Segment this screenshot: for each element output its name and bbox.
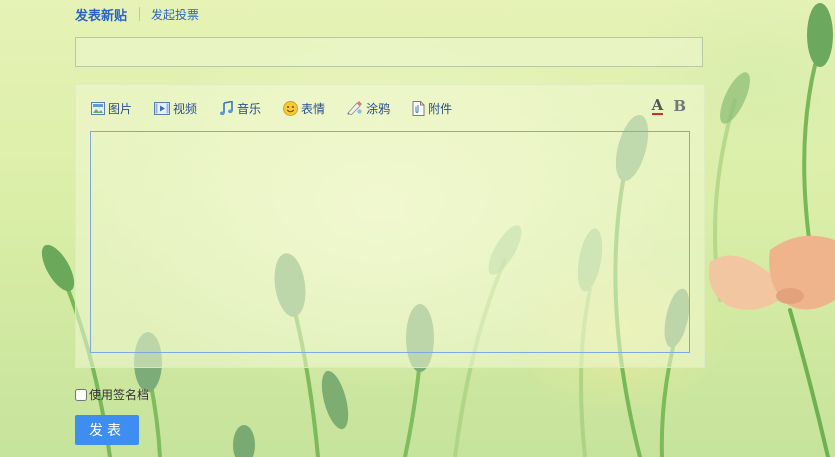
plant-bud	[233, 425, 255, 457]
editor-toolbar: 图片 视频 音乐 表情 涂鸦 附件	[91, 98, 474, 118]
video-icon	[154, 101, 171, 115]
plant-stem	[148, 378, 162, 457]
use-signature-option[interactable]: 使用签名档	[75, 386, 149, 403]
music-icon	[219, 100, 234, 116]
post-title-input[interactable]	[75, 37, 703, 67]
use-signature-label: 使用签名档	[89, 388, 150, 402]
emoji-icon	[283, 100, 299, 116]
plant-bud	[807, 3, 833, 67]
plant-stem	[788, 308, 830, 457]
insert-image-label: 图片	[108, 101, 133, 116]
editor-panel: 图片 视频 音乐 表情 涂鸦 附件 A B	[75, 84, 705, 368]
attachment-icon	[412, 100, 425, 116]
insert-image-button[interactable]: 图片	[91, 100, 132, 117]
image-icon	[91, 101, 105, 115]
tab-start-vote[interactable]: 发起投票	[151, 6, 199, 23]
plant-bud	[321, 370, 349, 430]
bold-button[interactable]: B	[673, 97, 686, 115]
doodle-button[interactable]: 涂鸦	[347, 100, 390, 117]
poppy-flower	[776, 288, 804, 304]
plant-bud	[41, 244, 75, 292]
post-content-editor[interactable]	[90, 131, 690, 353]
insert-emoji-button[interactable]: 表情	[283, 100, 325, 117]
post-type-tabs: 发表新贴 发起投票	[75, 4, 199, 24]
plant-bud	[720, 72, 750, 124]
doodle-icon	[347, 101, 363, 115]
format-controls: A B	[651, 97, 686, 115]
font-color-button[interactable]: A	[651, 97, 664, 115]
submit-post-button[interactable]: 发表	[75, 415, 139, 445]
insert-emoji-label: 表情	[301, 101, 326, 116]
use-signature-checkbox[interactable]	[75, 388, 87, 401]
insert-music-label: 音乐	[237, 101, 262, 116]
plant-stem	[802, 63, 817, 262]
attachment-button[interactable]: 附件	[412, 100, 452, 117]
insert-video-label: 视频	[173, 101, 198, 116]
doodle-label: 涂鸦	[366, 101, 391, 116]
insert-video-button[interactable]: 视频	[154, 100, 197, 117]
tab-new-post[interactable]: 发表新贴	[75, 5, 127, 24]
tab-divider	[139, 7, 141, 21]
plant-stem	[403, 358, 422, 457]
insert-music-button[interactable]: 音乐	[219, 100, 261, 117]
attachment-label: 附件	[428, 101, 453, 116]
